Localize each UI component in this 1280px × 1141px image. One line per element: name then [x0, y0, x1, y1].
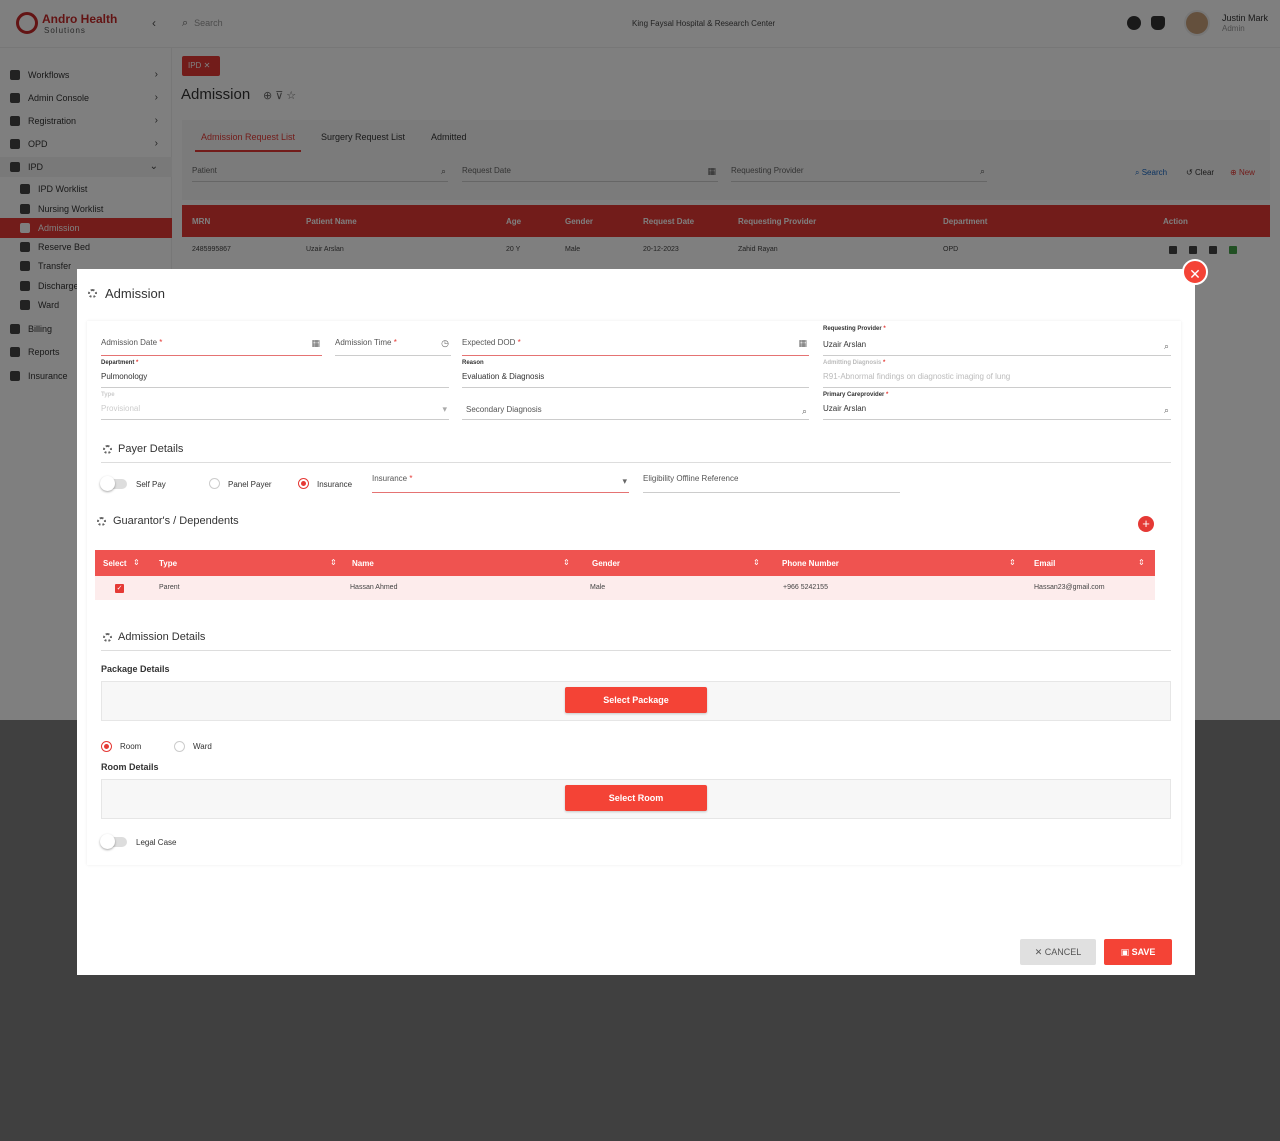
col-name[interactable]: Name	[352, 559, 374, 568]
department-field[interactable]: Department * Pulmonology	[101, 360, 449, 388]
section-icon	[97, 517, 106, 526]
chevron-down-icon[interactable]: ▾	[442, 404, 447, 415]
save-button[interactable]: ▣ SAVE	[1104, 939, 1172, 965]
calendar-icon[interactable]: ▦	[311, 338, 320, 349]
modal-title: Admission	[105, 286, 165, 301]
reason-field[interactable]: Reason Evaluation & Diagnosis	[462, 360, 809, 388]
close-icon: ✕	[1034, 947, 1043, 957]
row-checkbox[interactable]: ✓	[115, 584, 124, 593]
secondary-diagnosis-field[interactable]: Secondary Diagnosis ⌕	[462, 392, 809, 420]
col-type[interactable]: Type	[159, 559, 177, 568]
self-pay-label: Self Pay	[136, 480, 166, 489]
col-phone[interactable]: Phone Number	[782, 559, 839, 568]
sort-icon[interactable]: ⇕	[330, 558, 337, 567]
section-icon	[103, 445, 112, 454]
sort-icon[interactable]: ⇕	[1009, 558, 1016, 567]
modal-close-button[interactable]: ✕	[1182, 259, 1208, 285]
insurance-radio[interactable]	[298, 478, 309, 489]
col-gender[interactable]: Gender	[592, 559, 620, 568]
close-icon: ✕	[1189, 266, 1201, 282]
row-email: Hassan23@gmail.com	[1034, 584, 1105, 591]
section-icon	[88, 289, 97, 298]
add-guarantor-button[interactable]: +	[1138, 516, 1154, 532]
table-row[interactable]: ✓ Parent Hassan Ahmed Male +966 5242155 …	[95, 576, 1155, 600]
search-icon[interactable]: ⌕	[1164, 341, 1169, 352]
cancel-button[interactable]: ✕ CANCEL	[1020, 939, 1096, 965]
guarantor-table-header: Select ⇕ Type ⇕ Name ⇕ Gender ⇕ Phone Number…	[95, 550, 1155, 576]
divider	[101, 462, 1171, 463]
divider	[101, 650, 1171, 651]
search-icon[interactable]: ⌕	[1164, 405, 1169, 416]
admission-details-title: Admission Details	[118, 631, 206, 643]
room-radio[interactable]	[101, 741, 112, 752]
modal-body: Admission Date * ▦ Admission Time * ◷ Expe…	[87, 321, 1181, 865]
requesting-provider-field[interactable]: Requesting Provider * Uzair Arslan ⌕	[823, 326, 1171, 356]
admission-time-field[interactable]: Admission Time * ◷	[335, 338, 451, 356]
type-select[interactable]: Type Provisional ▾	[101, 392, 449, 420]
row-gender: Male	[590, 584, 606, 591]
sort-icon[interactable]: ⇕	[133, 558, 140, 567]
chevron-down-icon[interactable]: ▾	[622, 476, 627, 487]
panel-payer-radio[interactable]	[209, 478, 220, 489]
admitting-diagnosis-field: Admitting Diagnosis * R91-Abnormal findin…	[823, 360, 1171, 388]
col-email[interactable]: Email	[1034, 559, 1055, 568]
search-icon[interactable]: ⌕	[802, 406, 807, 417]
expected-dod-field[interactable]: Expected DOD * ▦	[462, 338, 809, 356]
panel-payer-label: Panel Payer	[228, 480, 272, 489]
calendar-icon[interactable]: ▦	[798, 338, 807, 349]
guarantor-title: Guarantor's / Dependents	[113, 515, 239, 527]
primary-careprovider-field[interactable]: Primary Careprovider * Uzair Arslan ⌕	[823, 392, 1171, 420]
payer-details-title: Payer Details	[118, 443, 184, 455]
ward-label: Ward	[193, 742, 212, 751]
row-name: Hassan Ahmed	[350, 584, 398, 591]
sort-icon[interactable]: ⇕	[563, 558, 570, 567]
row-phone: +966 5242155	[783, 584, 828, 591]
admission-modal: Admission Admission Date * ▦ Admission Ti…	[77, 269, 1195, 975]
sort-icon[interactable]: ⇕	[753, 558, 760, 567]
col-select[interactable]: Select	[103, 559, 127, 568]
self-pay-toggle[interactable]	[100, 476, 127, 491]
save-icon: ▣	[1120, 947, 1130, 957]
row-type: Parent	[159, 584, 180, 591]
legal-case-toggle[interactable]	[100, 834, 127, 849]
eligibility-reference-field[interactable]: Eligibility Offline Reference	[643, 474, 900, 493]
sort-icon[interactable]: ⇕	[1138, 558, 1145, 567]
select-room-button[interactable]: Select Room	[565, 785, 707, 811]
legal-case-label: Legal Case	[136, 838, 177, 847]
insurance-select[interactable]: Insurance * ▾	[372, 474, 629, 493]
insurance-label: Insurance	[317, 480, 353, 489]
section-icon	[103, 633, 112, 642]
room-details-label: Room Details	[101, 762, 159, 772]
room-label: Room	[120, 742, 142, 751]
select-package-button[interactable]: Select Package	[565, 687, 707, 713]
clock-icon[interactable]: ◷	[441, 338, 449, 349]
admission-date-field[interactable]: Admission Date * ▦	[101, 338, 322, 356]
package-details-label: Package Details	[101, 664, 170, 674]
ward-radio[interactable]	[174, 741, 185, 752]
